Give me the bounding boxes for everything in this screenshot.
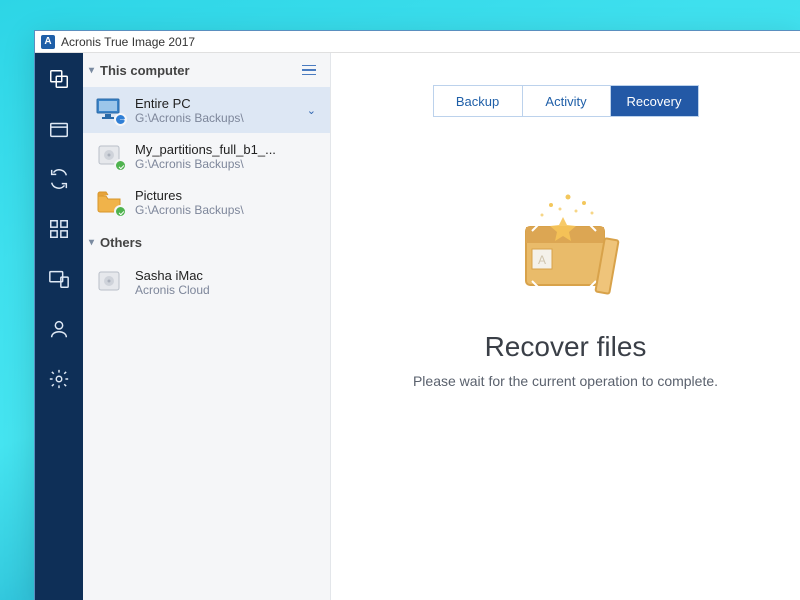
backup-item-sub: G:\Acronis Backups\ <box>135 157 320 171</box>
rail-settings-icon[interactable] <box>47 367 71 391</box>
monitor-icon <box>95 96 125 124</box>
backup-item-entire-pc[interactable]: Entire PC G:\Acronis Backups\ ⌄ <box>83 87 330 133</box>
backup-item-pictures[interactable]: Pictures G:\Acronis Backups\ <box>83 179 330 225</box>
expand-chevron-icon[interactable]: ⌄ <box>303 100 320 121</box>
rail-devices-icon[interactable] <box>47 267 71 291</box>
tab-bar: Backup Activity Recovery <box>433 85 699 117</box>
hero-subtitle: Please wait for the current operation to… <box>413 373 718 389</box>
backup-item-title: My_partitions_full_b1_... <box>135 142 320 157</box>
backup-item-sub: G:\Acronis Backups\ <box>135 203 320 217</box>
window-title: Acronis True Image 2017 <box>61 35 195 49</box>
tab-backup[interactable]: Backup <box>434 86 522 116</box>
nav-rail <box>35 53 83 600</box>
backup-item-sasha-imac[interactable]: Sasha iMac Acronis Cloud <box>83 259 330 305</box>
group-header-others[interactable]: ▾ Others <box>83 225 330 259</box>
hero-title: Recover files <box>485 331 647 363</box>
rail-account-icon[interactable] <box>47 317 71 341</box>
drive-icon <box>95 268 125 296</box>
backup-item-title: Pictures <box>135 188 320 203</box>
backup-item-sub: Acronis Cloud <box>135 283 320 297</box>
rail-sync-icon[interactable] <box>47 167 71 191</box>
backup-item-partitions[interactable]: My_partitions_full_b1_... G:\Acronis Bac… <box>83 133 330 179</box>
rail-archive-icon[interactable] <box>47 117 71 141</box>
chevron-down-icon: ▾ <box>89 65 94 76</box>
group-header-this-computer[interactable]: ▾ This computer <box>83 53 330 87</box>
rail-dashboard-icon[interactable] <box>47 217 71 241</box>
titlebar: A Acronis True Image 2017 <box>35 31 800 53</box>
group-label: This computer <box>100 63 190 78</box>
group-label: Others <box>100 235 142 250</box>
backup-list-panel: ▾ This computer Entire PC G:\Acronis Bac… <box>83 53 331 600</box>
drive-icon <box>95 142 125 170</box>
recover-box-illustration: A <box>496 187 636 307</box>
app-window: A Acronis True Image 2017 <box>34 30 800 600</box>
app-icon: A <box>41 35 55 49</box>
group-menu-icon[interactable] <box>298 61 320 80</box>
status-badge-check-icon <box>114 159 127 172</box>
status-badge-arrow-icon <box>114 113 127 126</box>
folder-icon <box>95 188 125 216</box>
hero: A Recover files Please wait for the curr… <box>413 187 718 389</box>
status-badge-check-icon <box>114 205 127 218</box>
tab-recovery[interactable]: Recovery <box>610 86 698 116</box>
backup-item-title: Sasha iMac <box>135 268 320 283</box>
svg-text:A: A <box>538 253 546 267</box>
window-body: ▾ This computer Entire PC G:\Acronis Bac… <box>35 53 800 600</box>
rail-backup-icon[interactable] <box>47 67 71 91</box>
backup-item-title: Entire PC <box>135 96 293 111</box>
chevron-down-icon: ▾ <box>89 237 94 248</box>
main-content: Backup Activity Recovery A <box>331 53 800 600</box>
tab-activity[interactable]: Activity <box>522 86 610 116</box>
backup-item-sub: G:\Acronis Backups\ <box>135 111 293 125</box>
